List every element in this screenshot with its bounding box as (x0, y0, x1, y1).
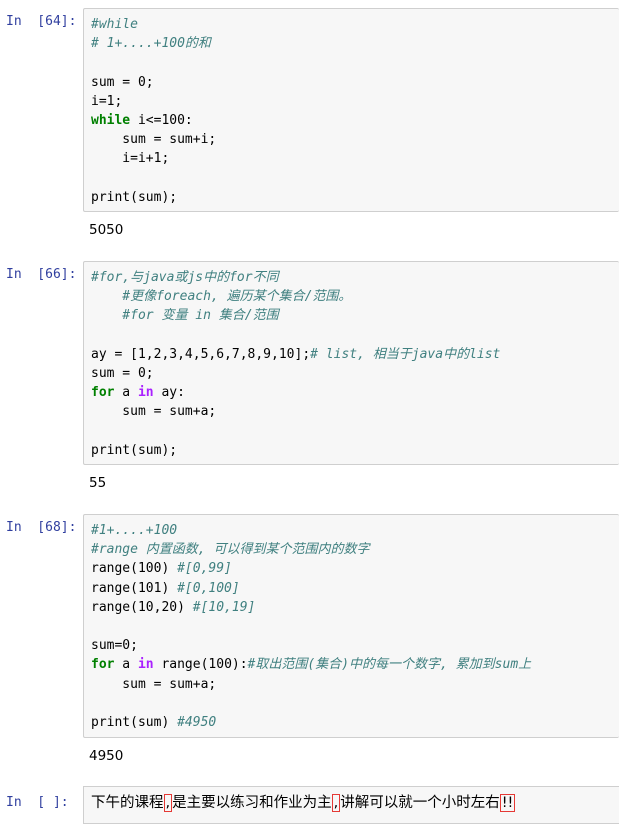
markdown-text: 讲解可以就一个小时左右 (340, 795, 500, 811)
code-token: #while (91, 17, 138, 32)
code-line: #1+....+100 (91, 521, 619, 540)
code-token: #[0,100] (177, 580, 240, 596)
code-line: ay = [1,2,3,4,5,6,7,8,9,10];# list, 相当于j… (91, 345, 619, 364)
code-token: print(sum); (91, 442, 178, 458)
code-token: sum=0; (91, 638, 138, 654)
code-token: print(sum); (91, 189, 178, 205)
code-line: #range 内置函数, 可以得到某个范围内的数字 (91, 540, 619, 559)
code-token: while (91, 112, 131, 128)
code-token: #[0,99] (177, 561, 232, 577)
code-token: i=i+1; (91, 151, 170, 167)
code-line: range(101) #[0,100] (91, 579, 619, 598)
code-token: #4950 (177, 714, 217, 730)
code-input[interactable]: #1+....+100 #range 内置函数, 可以得到某个范围内的数字 rang… (83, 514, 619, 738)
code-token: range(100) (91, 561, 178, 577)
code-token: # 1+....+100的和 (91, 36, 211, 52)
highlighted-punctuation: , (331, 794, 341, 812)
code-line: print(sum); (91, 188, 619, 207)
code-line: print(sum); (91, 441, 619, 460)
markdown-input[interactable]: 下午的课程, 是主要以练习和作业为主, 讲解可以就一个小时左右!! (83, 786, 619, 824)
highlighted-punctuation: , (163, 794, 173, 812)
code-line: sum = sum+a; (91, 675, 619, 694)
code-token: print(sum) (91, 714, 178, 730)
code-line: sum = 0; (91, 73, 619, 92)
code-line: sum = sum+a; (91, 402, 619, 421)
code-token: sum = 0; (91, 365, 154, 381)
code-line: sum=0; (91, 636, 619, 655)
code-token: i=1; (91, 93, 123, 109)
code-token: range(10,20) (91, 599, 193, 615)
code-line: sum = sum+i; (91, 130, 619, 149)
code-token: sum = sum+i; (91, 132, 217, 148)
code-line: sum = 0; (91, 364, 619, 383)
code-token: sum = sum+a; (91, 404, 217, 420)
code-token: range(101) (91, 580, 178, 596)
code-line: print(sum) #4950 (91, 713, 619, 732)
input-prompt: In [ ]: (6, 795, 69, 810)
code-line: i=i+1; (91, 149, 619, 168)
code-token: ay: (153, 385, 185, 401)
code-token: #[10,19] (192, 599, 256, 615)
code-line: i=1; (91, 92, 619, 111)
code-line: range(100) #[0,99] (91, 559, 619, 578)
code-token: ay = [1,2,3,4,5,6,7,8,9,10]; (91, 346, 311, 362)
code-token: for (91, 385, 115, 401)
code-token: # list, 相当于java中的list (310, 346, 501, 362)
code-line: for a in range(100):#取出范围(集合)中的每一个数字, 累加… (91, 655, 619, 674)
highlighted-punctuation: !! (499, 794, 516, 812)
code-token: range(100): (153, 657, 248, 673)
code-line: while i<=100: (91, 111, 619, 130)
code-token: #1+....+100 (91, 523, 178, 538)
input-prompt: In [68]: (6, 520, 77, 535)
code-line: range(10,20) #[10,19] (91, 598, 619, 617)
code-line: #更像foreach, 遍历某个集合/范围。 (91, 287, 619, 306)
code-line: #for 变量 in 集合/范围 (91, 306, 619, 325)
input-prompt: In [66]: (6, 267, 77, 282)
cell-output: 55 (89, 475, 107, 491)
code-token: #取出范围(集合)中的每一个数字, 累加到sum上 (247, 657, 532, 673)
code-token: sum = 0; (91, 74, 154, 90)
code-line: #for,与java或js中的for不同 (91, 268, 619, 287)
code-token: in (137, 657, 154, 673)
code-line: for a in ay: (91, 383, 619, 402)
code-token: a (114, 657, 138, 673)
cell-output: 5050 (89, 222, 124, 238)
input-prompt: In [64]: (6, 14, 77, 29)
code-input[interactable]: #for,与java或js中的for不同 #更像foreach, 遍历某个集合/… (83, 261, 619, 465)
code-line: # 1+....+100的和 (91, 34, 619, 53)
code-token: a (114, 385, 138, 401)
code-token: for (91, 657, 115, 673)
code-token: in (137, 385, 154, 401)
code-token: #range 内置函数, 可以得到某个范围内的数字 (91, 542, 370, 558)
code-input[interactable]: #while # 1+....+100的和 sum = 0; i=1; while i<… (83, 8, 619, 212)
code-token: #更像foreach, 遍历某个集合/范围。 (91, 289, 352, 305)
markdown-text: 下午的课程 (91, 795, 164, 811)
cell-output: 4950 (89, 748, 124, 764)
code-token: sum = sum+a; (91, 676, 217, 692)
code-token: #for,与java或js中的for不同 (91, 270, 279, 285)
code-line: #while (91, 15, 619, 34)
markdown-text: 是主要以练习和作业为主 (172, 795, 332, 811)
code-token: i<=100: (130, 112, 193, 128)
code-token: #for 变量 in 集合/范围 (91, 308, 279, 324)
